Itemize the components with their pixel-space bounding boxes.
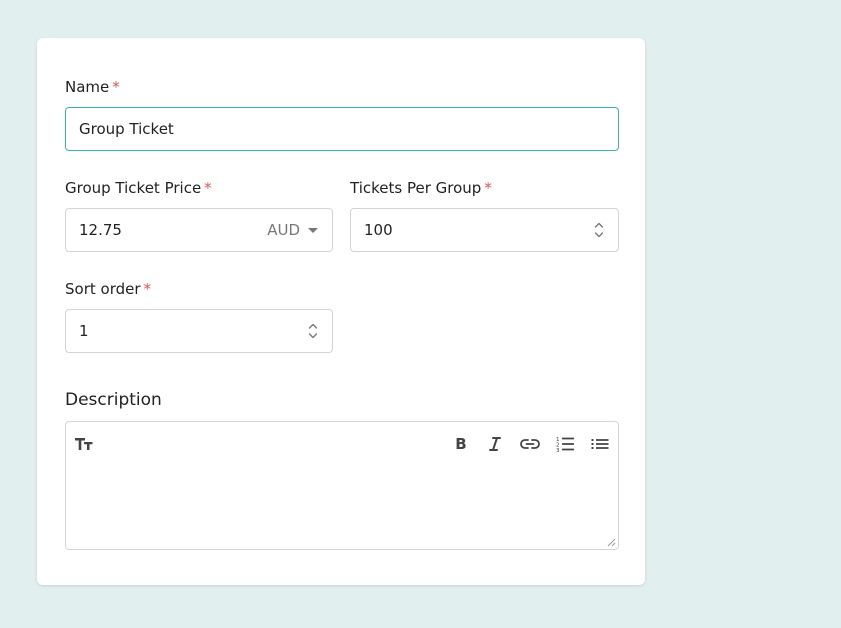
price-required-mark: *: [204, 179, 212, 197]
tickets-per-group-label: Tickets Per Group *: [350, 179, 492, 197]
price-input-value: 12.75: [79, 221, 122, 239]
name-label-text: Name: [65, 78, 110, 96]
price-input[interactable]: 12.75 AUD: [65, 208, 333, 252]
sort-order-input[interactable]: 1: [65, 309, 333, 353]
ticket-form-card: Name * Group Ticket Group Ticket Price * 1…: [37, 38, 645, 585]
stepper-icon: [594, 222, 604, 238]
sort-order-stepper[interactable]: [308, 322, 332, 340]
name-input[interactable]: Group Ticket: [65, 107, 619, 151]
text-size-button[interactable]: [73, 434, 95, 454]
resize-handle-icon[interactable]: [607, 538, 616, 547]
bold-icon: B: [455, 434, 467, 453]
italic-icon: [489, 437, 501, 451]
price-label-text: Group Ticket Price: [65, 179, 202, 197]
name-input-value: Group Ticket: [79, 120, 174, 138]
bullet-list-button[interactable]: [589, 434, 611, 454]
sort-order-value: 1: [79, 322, 89, 340]
ordered-list-icon: 1 2 3: [556, 437, 574, 453]
tickets-per-group-stepper[interactable]: [594, 221, 618, 239]
currency-select[interactable]: AUD: [267, 221, 332, 239]
bullet-list-icon: [591, 439, 609, 449]
svg-text:3: 3: [556, 448, 560, 453]
chevron-down-icon: [308, 227, 318, 233]
currency-select-value: AUD: [267, 221, 300, 239]
name-required-mark: *: [112, 78, 120, 96]
text-size-icon: [75, 438, 93, 450]
link-icon: [520, 439, 540, 449]
description-editor[interactable]: B 1 2 3: [65, 421, 619, 550]
sort-order-label: Sort order *: [65, 280, 151, 298]
sort-order-label-text: Sort order: [65, 280, 141, 298]
sort-order-required-mark: *: [143, 280, 152, 298]
name-label: Name *: [65, 78, 120, 96]
bold-button[interactable]: B: [450, 434, 472, 454]
ordered-list-button[interactable]: 1 2 3: [554, 434, 576, 454]
description-title: Description: [65, 390, 162, 410]
tickets-per-group-label-text: Tickets Per Group: [350, 179, 482, 197]
tickets-per-group-input[interactable]: 100: [350, 208, 619, 252]
link-button[interactable]: [519, 434, 541, 454]
stepper-icon: [308, 323, 318, 339]
price-label: Group Ticket Price *: [65, 179, 212, 197]
italic-button[interactable]: [484, 434, 506, 454]
tickets-per-group-value: 100: [364, 221, 393, 239]
tickets-per-group-required-mark: *: [484, 179, 492, 197]
